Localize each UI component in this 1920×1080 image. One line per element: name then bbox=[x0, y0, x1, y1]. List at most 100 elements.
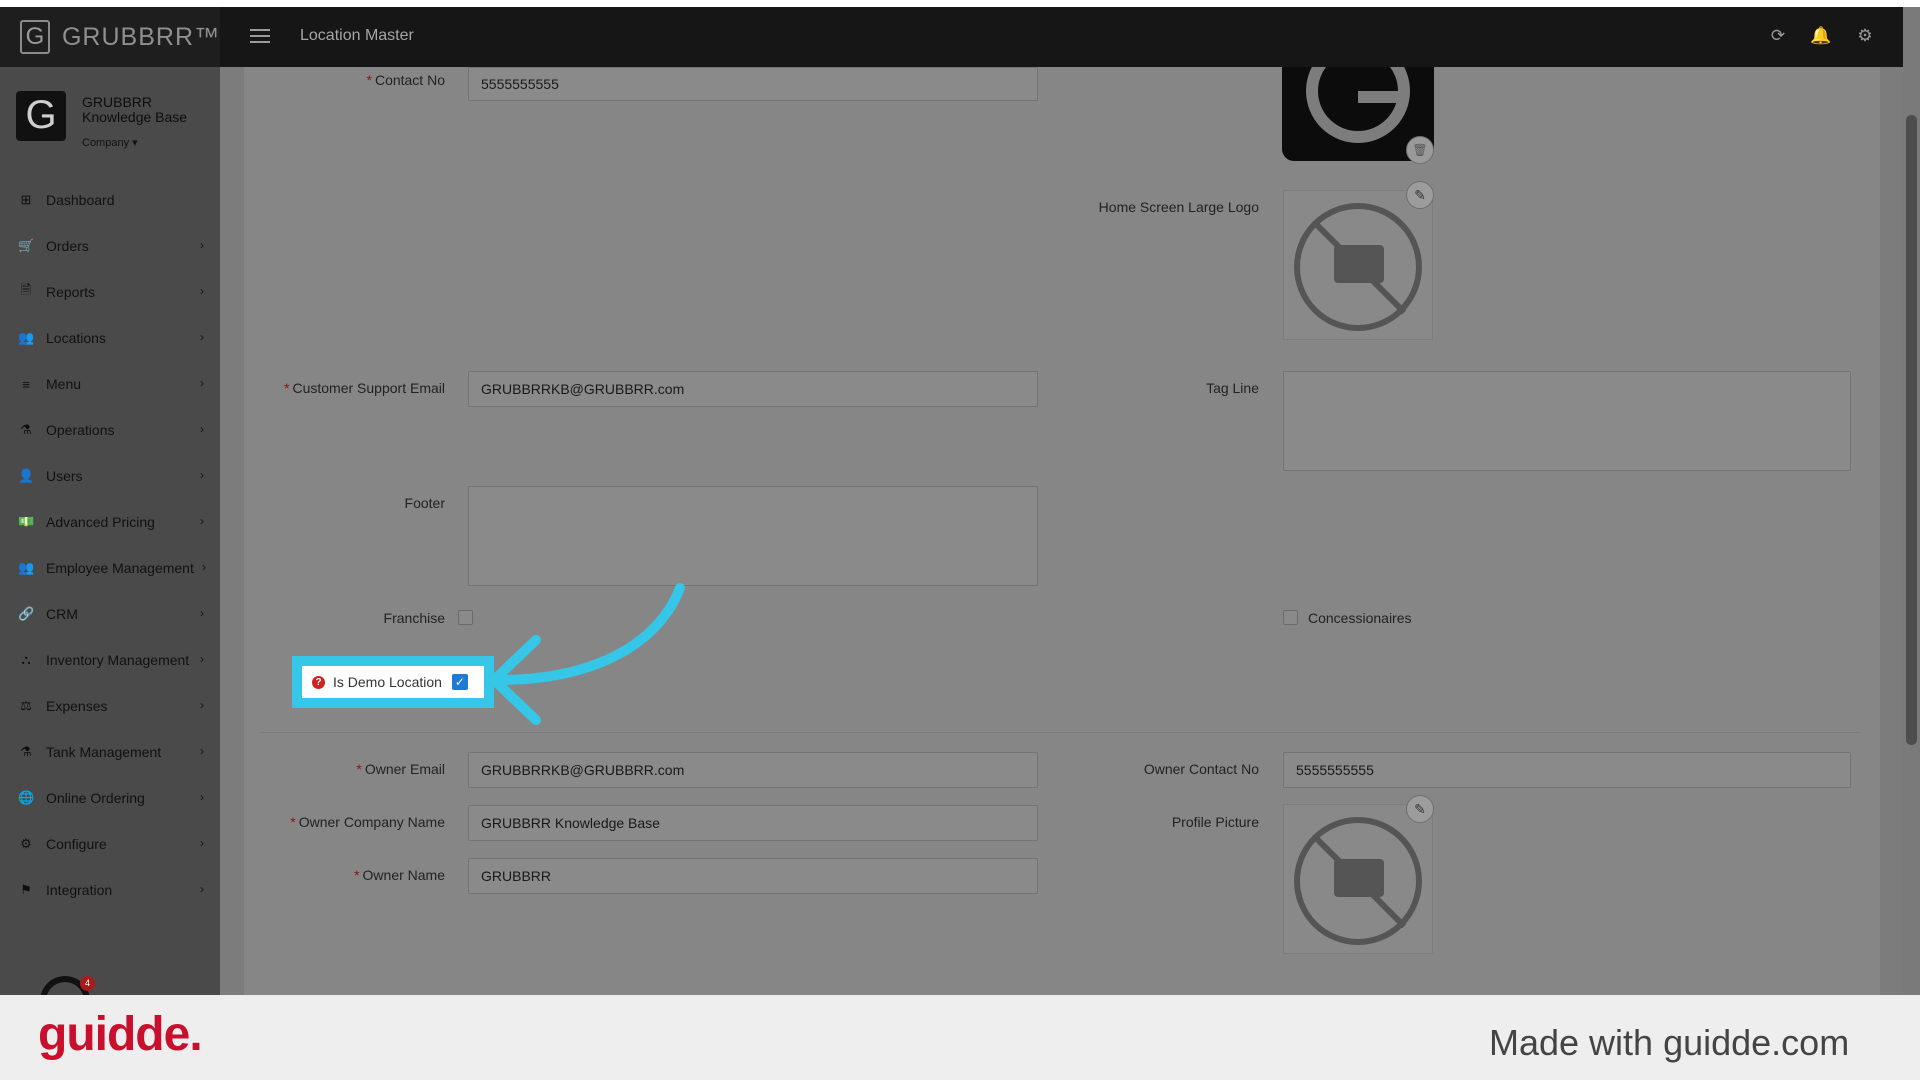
scrollbar-thumb[interactable] bbox=[1906, 115, 1917, 745]
delete-logo-button[interactable]: 🗑 bbox=[1406, 136, 1434, 164]
owner-name-label: * Owner Name bbox=[354, 867, 445, 883]
sidebar-item-label: Dashboard bbox=[46, 192, 115, 208]
sidebar-item-employee-management[interactable]: 👥 Employee Management › bbox=[0, 548, 220, 588]
list-icon: ≡ bbox=[22, 376, 30, 392]
home-screen-large-logo-placeholder[interactable] bbox=[1283, 190, 1433, 340]
sidebar-item-crm[interactable]: 🔗 CRM › bbox=[0, 594, 220, 634]
company-logo: G bbox=[16, 91, 66, 141]
no-photo-icon bbox=[1294, 203, 1422, 331]
chevron-right-icon: › bbox=[200, 330, 204, 344]
brand-bar[interactable]: G GRUBBRR™ bbox=[0, 7, 220, 67]
chevron-right-icon: › bbox=[200, 744, 204, 758]
sidebar-item-label: Integration bbox=[46, 882, 113, 898]
sidebar-item-menu[interactable]: ≡ Menu › bbox=[0, 364, 220, 404]
sidebar-item-advanced-pricing[interactable]: 💵 Advanced Pricing › bbox=[0, 502, 220, 542]
sidebar: G GRUBBRR Knowledge Base Company ▾ ⊞ Das… bbox=[0, 67, 220, 995]
footer-label: Footer bbox=[404, 495, 445, 511]
sidebar-item-orders[interactable]: 🛒 Orders › bbox=[0, 226, 220, 266]
sidebar-item-label: Users bbox=[46, 468, 83, 484]
sidebar-item-label: Locations bbox=[46, 330, 106, 346]
dashboard-icon: ⊞ bbox=[20, 192, 32, 207]
pointer-arrow-icon bbox=[489, 583, 685, 725]
profile-picture-placeholder[interactable] bbox=[1283, 804, 1433, 954]
scrollbar[interactable] bbox=[1903, 7, 1920, 995]
sidebar-item-label: Advanced Pricing bbox=[46, 514, 155, 530]
sidebar-item-tank-management[interactable]: ⚗ Tank Management › bbox=[0, 732, 220, 772]
owner-email-label: * Owner Email bbox=[356, 761, 445, 777]
guidde-logo[interactable]: guidde. bbox=[38, 1007, 203, 1062]
profile-picture-label: Profile Picture bbox=[1171, 814, 1259, 830]
notification-badge: 4 bbox=[80, 976, 95, 991]
sidebar-item-label: Menu bbox=[46, 376, 82, 392]
sidebar-item-label: Tank Management bbox=[46, 744, 162, 760]
owner-contact-no-label: Owner Contact No bbox=[1143, 761, 1259, 777]
sidebar-item-integration[interactable]: ⚑ Integration › bbox=[0, 870, 220, 910]
brand-name: GRUBBRR™ bbox=[61, 22, 220, 51]
globe-icon: 🌐 bbox=[18, 790, 35, 805]
sidebar-item-label: Reports bbox=[46, 284, 96, 300]
sidebar-item-online-ordering[interactable]: 🌐 Online Ordering › bbox=[0, 778, 220, 818]
chevron-right-icon: › bbox=[200, 284, 204, 298]
pencil-icon[interactable]: ✎ bbox=[1406, 181, 1434, 209]
section-divider bbox=[260, 732, 1860, 733]
demo-location-highlight: ? Is Demo Location ✓ bbox=[292, 656, 494, 708]
chevron-right-icon: › bbox=[200, 468, 204, 482]
contact-no-field[interactable]: 5555555555 bbox=[468, 67, 1038, 101]
tag-line-field[interactable] bbox=[1283, 371, 1851, 471]
sidebar-item-inventory-management[interactable]: ⛬ Inventory Management › bbox=[0, 640, 220, 680]
brand-logo-icon: G bbox=[20, 20, 50, 54]
cart-icon: 🛒 bbox=[18, 238, 35, 253]
plug-icon: ⚑ bbox=[20, 882, 32, 897]
sidebar-item-configure[interactable]: ⚙ Configure › bbox=[0, 824, 220, 864]
sidebar-item-locations[interactable]: 👥 Locations › bbox=[0, 318, 220, 358]
chevron-right-icon: › bbox=[200, 238, 204, 252]
user-plus-icon: 👤 bbox=[18, 468, 35, 483]
franchise-checkbox[interactable] bbox=[458, 610, 473, 625]
tag-line-label: Tag Line bbox=[1206, 380, 1259, 396]
gear-icon[interactable]: ⚙ bbox=[1854, 25, 1876, 47]
sitemap-icon: ⛬ bbox=[21, 652, 31, 667]
chevron-right-icon: › bbox=[200, 698, 204, 712]
company-dropdown[interactable]: Company ▾ bbox=[82, 136, 138, 149]
chevron-right-icon: › bbox=[200, 882, 204, 896]
sidebar-item-label: Orders bbox=[46, 238, 89, 254]
concessionaires-label: Concessionaires bbox=[1308, 610, 1412, 626]
concessionaires-checkbox[interactable] bbox=[1283, 610, 1298, 625]
money-icon: 💵 bbox=[18, 514, 35, 529]
users-icon: 👥 bbox=[18, 560, 35, 575]
owner-name-field[interactable]: GRUBBRR bbox=[468, 858, 1038, 894]
sidebar-item-users[interactable]: 👤 Users › bbox=[0, 456, 220, 496]
no-photo-icon bbox=[1294, 817, 1422, 945]
sidebar-item-reports[interactable]: 🗎 Reports › bbox=[0, 272, 220, 312]
demo-location-checkbox[interactable]: ✓ bbox=[451, 674, 468, 690]
sidebar-item-label: Expenses bbox=[46, 698, 108, 714]
hamburger-menu-icon[interactable] bbox=[250, 29, 270, 43]
owner-email-field[interactable]: GRUBBRRKB@GRUBBRR.com bbox=[468, 752, 1038, 788]
footer-field[interactable] bbox=[468, 486, 1038, 586]
sidebar-item-label: CRM bbox=[46, 606, 78, 622]
made-with-text[interactable]: Made with guidde.com bbox=[1489, 1022, 1849, 1064]
owner-contact-no-field[interactable]: 5555555555 bbox=[1283, 752, 1851, 788]
owner-company-name-field[interactable]: GRUBBRR Knowledge Base bbox=[468, 805, 1038, 841]
chevron-right-icon: › bbox=[202, 560, 206, 574]
gear-icon: ⚙ bbox=[20, 836, 32, 851]
pencil-icon[interactable]: ✎ bbox=[1406, 795, 1434, 823]
owner-company-name-label: * Owner Company Name bbox=[290, 814, 445, 830]
sidebar-item-dashboard[interactable]: ⊞ Dashboard bbox=[0, 180, 220, 220]
customer-support-email-field[interactable]: GRUBBRRKB@GRUBBRR.com bbox=[468, 371, 1038, 407]
company-name: GRUBBRR Knowledge Base bbox=[82, 94, 188, 125]
demo-location-label: Is Demo Location bbox=[333, 674, 442, 690]
demo-location-row: ? Is Demo Location ✓ bbox=[302, 666, 484, 698]
sidebar-item-expenses[interactable]: ⚖ Expenses › bbox=[0, 686, 220, 726]
top-bar: Location Master ⟳ 🔔 ⚙ bbox=[220, 7, 1903, 67]
flask-icon: ⚗ bbox=[20, 744, 32, 759]
chevron-right-icon: › bbox=[200, 422, 204, 436]
top-strip bbox=[0, 0, 1920, 7]
flask-icon: ⚗ bbox=[20, 422, 32, 437]
bell-icon[interactable]: 🔔 bbox=[1810, 25, 1832, 47]
help-icon[interactable]: ? bbox=[312, 675, 325, 689]
users-icon: 👥 bbox=[18, 330, 35, 345]
sidebar-item-operations[interactable]: ⚗ Operations › bbox=[0, 410, 220, 450]
customer-support-email-label: * Customer Support Email bbox=[284, 380, 445, 396]
refresh-icon[interactable]: ⟳ bbox=[1767, 25, 1789, 47]
